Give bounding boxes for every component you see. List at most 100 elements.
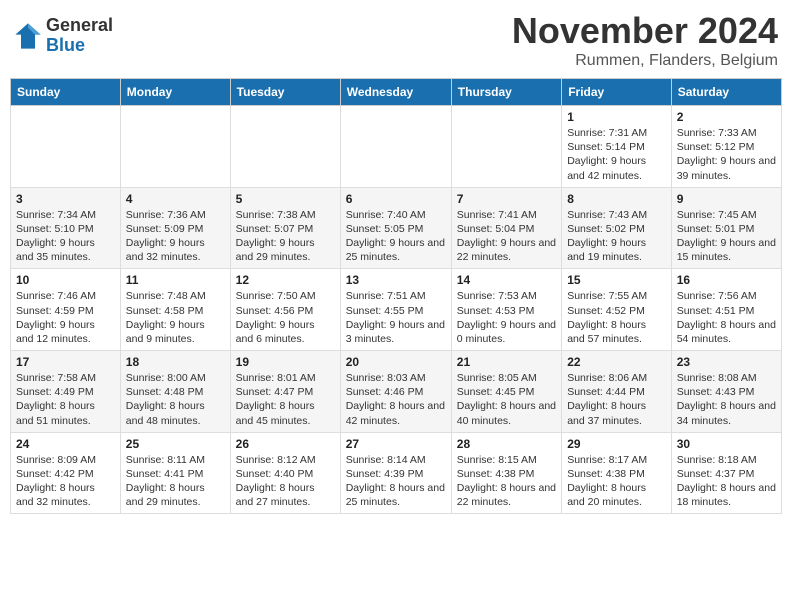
day-info: Sunrise: 7:40 AMSunset: 5:05 PMDaylight:… — [346, 208, 446, 265]
week-row-3: 17 Sunrise: 7:58 AMSunset: 4:49 PMDayligh… — [11, 351, 782, 433]
week-row-4: 24 Sunrise: 8:09 AMSunset: 4:42 PMDayligh… — [11, 432, 782, 514]
day-cell: 17 Sunrise: 7:58 AMSunset: 4:49 PMDayligh… — [11, 351, 121, 433]
calendar-header: Sunday Monday Tuesday Wednesday Thursday… — [11, 79, 782, 106]
day-cell: 22 Sunrise: 8:06 AMSunset: 4:44 PMDayligh… — [562, 351, 672, 433]
day-info: Sunrise: 8:11 AMSunset: 4:41 PMDaylight:… — [126, 453, 225, 510]
col-wednesday: Wednesday — [340, 79, 451, 106]
day-number: 12 — [236, 273, 335, 287]
day-cell: 20 Sunrise: 8:03 AMSunset: 4:46 PMDayligh… — [340, 351, 451, 433]
day-cell: 1Sunrise: 7:31 AMSunset: 5:14 PMDaylight… — [562, 106, 672, 188]
day-cell — [11, 106, 121, 188]
logo-icon — [14, 22, 42, 50]
title-area: November 2024 Rummen, Flanders, Belgium — [512, 10, 778, 70]
day-info: Sunrise: 7:45 AMSunset: 5:01 PMDaylight:… — [677, 208, 776, 265]
col-thursday: Thursday — [451, 79, 561, 106]
day-info: Sunrise: 7:56 AMSunset: 4:51 PMDaylight:… — [677, 289, 776, 346]
day-info: Sunrise: 7:33 AMSunset: 5:12 PMDaylight:… — [677, 126, 776, 183]
day-number: 19 — [236, 355, 335, 369]
day-number: 13 — [346, 273, 446, 287]
day-info: Sunrise: 8:05 AMSunset: 4:45 PMDaylight:… — [457, 371, 556, 428]
day-number: 28 — [457, 437, 556, 451]
day-info: Sunrise: 7:53 AMSunset: 4:53 PMDaylight:… — [457, 289, 556, 346]
day-info: Sunrise: 7:55 AMSunset: 4:52 PMDaylight:… — [567, 289, 666, 346]
logo: General Blue — [14, 16, 113, 56]
day-info: Sunrise: 8:17 AMSunset: 4:38 PMDaylight:… — [567, 453, 666, 510]
day-cell: 3 Sunrise: 7:34 AMSunset: 5:10 PMDaylight… — [11, 187, 121, 269]
day-number: 17 — [16, 355, 115, 369]
day-number: 10 — [16, 273, 115, 287]
day-info: Sunrise: 7:51 AMSunset: 4:55 PMDaylight:… — [346, 289, 446, 346]
day-number: 30 — [677, 437, 776, 451]
day-cell: 8 Sunrise: 7:43 AMSunset: 5:02 PMDaylight… — [562, 187, 672, 269]
location: Rummen, Flanders, Belgium — [512, 52, 778, 70]
day-number: 18 — [126, 355, 225, 369]
day-number: 5 — [236, 192, 335, 206]
col-tuesday: Tuesday — [230, 79, 340, 106]
day-number: 24 — [16, 437, 115, 451]
logo-blue-text: Blue — [46, 36, 113, 56]
day-info: Sunrise: 8:01 AMSunset: 4:47 PMDaylight:… — [236, 371, 335, 428]
day-info: Sunrise: 8:08 AMSunset: 4:43 PMDaylight:… — [677, 371, 776, 428]
day-cell: 30Sunrise: 8:18 AMSunset: 4:37 PMDayligh… — [671, 432, 781, 514]
day-number: 16 — [677, 273, 776, 287]
day-info: Sunrise: 8:14 AMSunset: 4:39 PMDaylight:… — [346, 453, 446, 510]
day-number: 21 — [457, 355, 556, 369]
day-cell — [340, 106, 451, 188]
day-number: 26 — [236, 437, 335, 451]
day-cell: 11Sunrise: 7:48 AMSunset: 4:58 PMDayligh… — [120, 269, 230, 351]
day-info: Sunrise: 7:58 AMSunset: 4:49 PMDaylight:… — [16, 371, 115, 428]
day-cell: 12 Sunrise: 7:50 AMSunset: 4:56 PMDayligh… — [230, 269, 340, 351]
day-info: Sunrise: 7:34 AMSunset: 5:10 PMDaylight:… — [16, 208, 115, 265]
day-cell: 18 Sunrise: 8:00 AMSunset: 4:48 PMDayligh… — [120, 351, 230, 433]
calendar-table: Sunday Monday Tuesday Wednesday Thursday… — [10, 78, 782, 514]
day-cell: 24 Sunrise: 8:09 AMSunset: 4:42 PMDayligh… — [11, 432, 121, 514]
day-number: 23 — [677, 355, 776, 369]
col-sunday: Sunday — [11, 79, 121, 106]
day-cell: 6Sunrise: 7:40 AMSunset: 5:05 PMDaylight… — [340, 187, 451, 269]
day-number: 14 — [457, 273, 556, 287]
day-info: Sunrise: 8:12 AMSunset: 4:40 PMDaylight:… — [236, 453, 335, 510]
day-number: 11 — [126, 273, 225, 287]
day-number: 9 — [677, 192, 776, 206]
day-info: Sunrise: 7:46 AMSunset: 4:59 PMDaylight:… — [16, 289, 115, 346]
day-number: 2 — [677, 110, 776, 124]
day-cell — [230, 106, 340, 188]
day-cell: 13 Sunrise: 7:51 AMSunset: 4:55 PMDayligh… — [340, 269, 451, 351]
day-info: Sunrise: 8:03 AMSunset: 4:46 PMDaylight:… — [346, 371, 446, 428]
day-info: Sunrise: 7:50 AMSunset: 4:56 PMDaylight:… — [236, 289, 335, 346]
day-cell: 26 Sunrise: 8:12 AMSunset: 4:40 PMDayligh… — [230, 432, 340, 514]
day-info: Sunrise: 8:06 AMSunset: 4:44 PMDaylight:… — [567, 371, 666, 428]
day-number: 22 — [567, 355, 666, 369]
day-cell: 5 Sunrise: 7:38 AMSunset: 5:07 PMDaylight… — [230, 187, 340, 269]
day-number: 8 — [567, 192, 666, 206]
day-info: Sunrise: 7:38 AMSunset: 5:07 PMDaylight:… — [236, 208, 335, 265]
day-number: 29 — [567, 437, 666, 451]
day-number: 7 — [457, 192, 556, 206]
week-row-2: 10 Sunrise: 7:46 AMSunset: 4:59 PMDayligh… — [11, 269, 782, 351]
day-info: Sunrise: 8:09 AMSunset: 4:42 PMDaylight:… — [16, 453, 115, 510]
day-info: Sunrise: 8:15 AMSunset: 4:38 PMDaylight:… — [457, 453, 556, 510]
col-monday: Monday — [120, 79, 230, 106]
day-number: 4 — [126, 192, 225, 206]
day-number: 25 — [126, 437, 225, 451]
col-saturday: Saturday — [671, 79, 781, 106]
day-info: Sunrise: 7:31 AMSunset: 5:14 PMDaylight:… — [567, 126, 666, 183]
day-cell: 14 Sunrise: 7:53 AMSunset: 4:53 PMDayligh… — [451, 269, 561, 351]
day-info: Sunrise: 8:00 AMSunset: 4:48 PMDaylight:… — [126, 371, 225, 428]
day-number: 20 — [346, 355, 446, 369]
day-info: Sunrise: 7:43 AMSunset: 5:02 PMDaylight:… — [567, 208, 666, 265]
day-cell — [120, 106, 230, 188]
day-cell: 28 Sunrise: 8:15 AMSunset: 4:38 PMDayligh… — [451, 432, 561, 514]
day-number: 3 — [16, 192, 115, 206]
header: General Blue November 2024 Rummen, Fland… — [10, 10, 782, 70]
day-cell: 19 Sunrise: 8:01 AMSunset: 4:47 PMDayligh… — [230, 351, 340, 433]
day-cell: 2 Sunrise: 7:33 AMSunset: 5:12 PMDaylight… — [671, 106, 781, 188]
day-cell: 4Sunrise: 7:36 AMSunset: 5:09 PMDaylight… — [120, 187, 230, 269]
day-cell: 29 Sunrise: 8:17 AMSunset: 4:38 PMDayligh… — [562, 432, 672, 514]
week-row-1: 3 Sunrise: 7:34 AMSunset: 5:10 PMDaylight… — [11, 187, 782, 269]
col-friday: Friday — [562, 79, 672, 106]
day-cell: 25 Sunrise: 8:11 AMSunset: 4:41 PMDayligh… — [120, 432, 230, 514]
day-cell: 21 Sunrise: 8:05 AMSunset: 4:45 PMDayligh… — [451, 351, 561, 433]
header-row: Sunday Monday Tuesday Wednesday Thursday… — [11, 79, 782, 106]
day-info: Sunrise: 7:41 AMSunset: 5:04 PMDaylight:… — [457, 208, 556, 265]
